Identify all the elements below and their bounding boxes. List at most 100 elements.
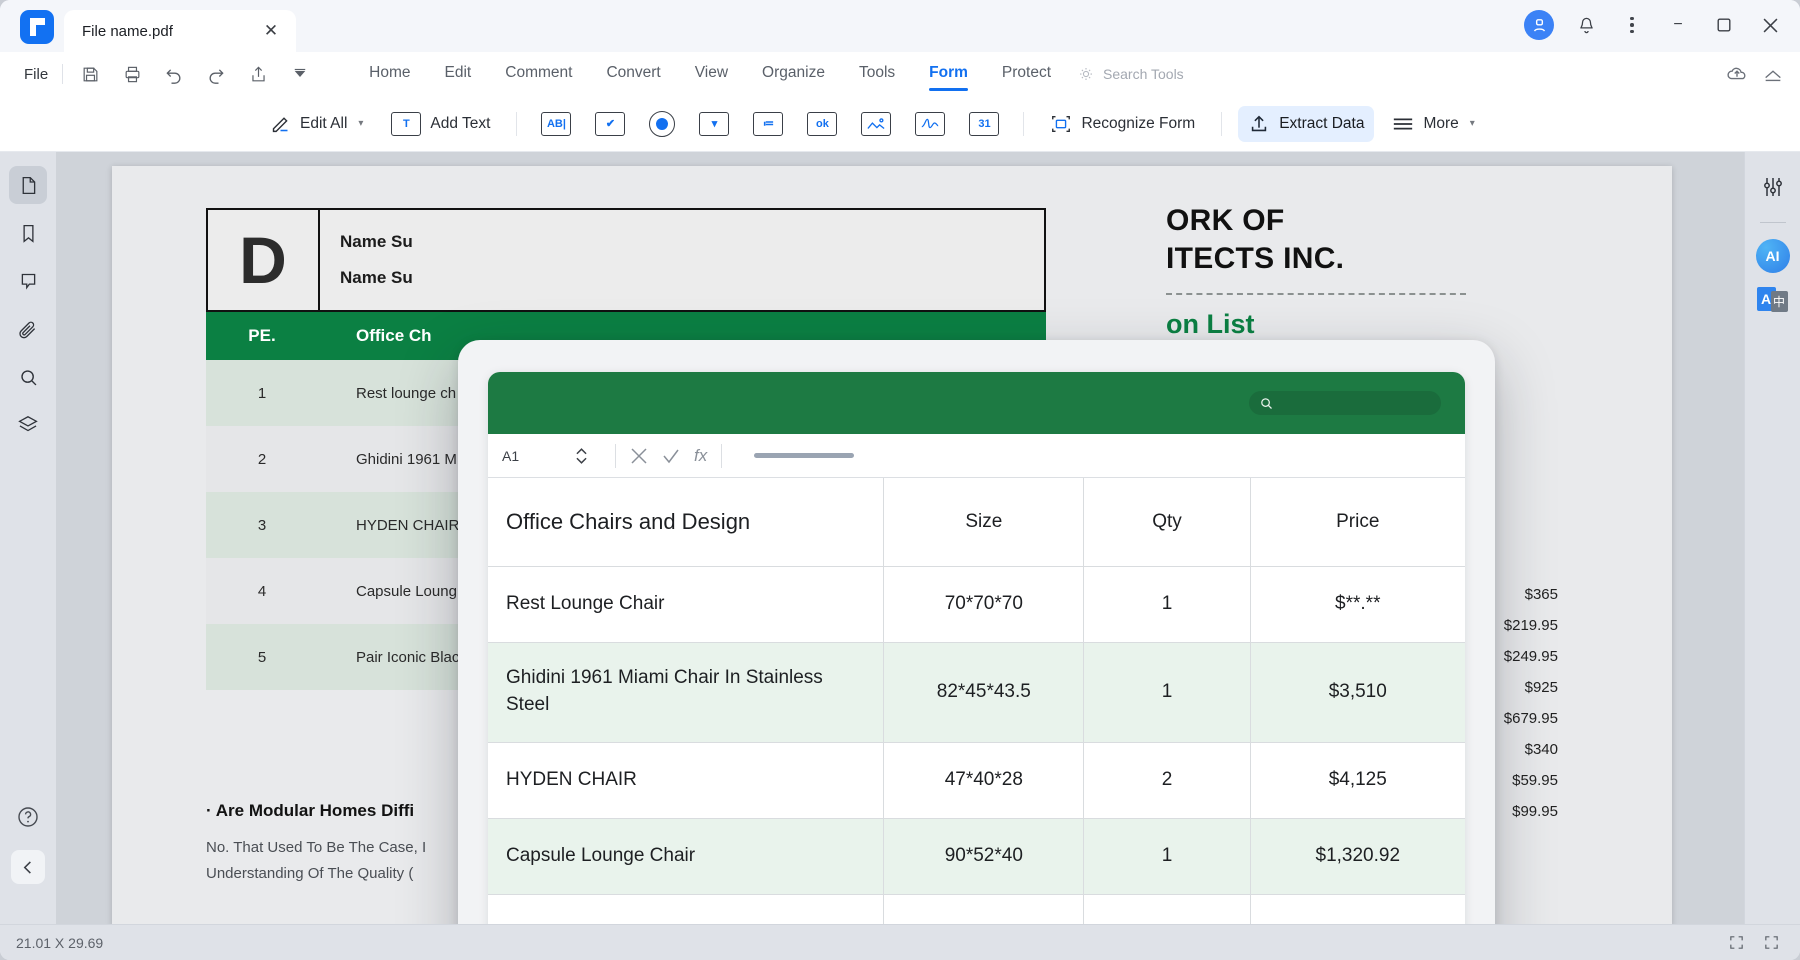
close-tab-icon[interactable]: ✕ xyxy=(260,20,282,42)
cell-price[interactable]: $4,125 xyxy=(1250,742,1465,818)
pdf-company-title-line-2: ITECTS INC. xyxy=(1166,240,1606,278)
cell-size[interactable]: 47*40*28 xyxy=(884,742,1084,818)
close-window-button[interactable] xyxy=(1750,6,1790,44)
tab-protect[interactable]: Protect xyxy=(1002,58,1051,91)
tab-comment[interactable]: Comment xyxy=(505,58,572,91)
sidebar-item-search[interactable] xyxy=(9,358,47,396)
confirm-icon[interactable] xyxy=(662,447,680,465)
sidebar-item-attachments[interactable] xyxy=(9,310,47,348)
ai-icon[interactable]: AI xyxy=(1756,239,1790,273)
cell-price[interactable]: $3,510 xyxy=(1250,642,1465,742)
column-header-name[interactable]: Office Chairs and Design xyxy=(488,478,884,566)
sidebar-item-layers[interactable] xyxy=(9,406,47,444)
cell-price[interactable]: $1,320.92 xyxy=(1250,818,1465,894)
function-icon[interactable]: fx xyxy=(694,446,707,466)
cell-qty[interactable]: 2 xyxy=(1084,742,1250,818)
table-row[interactable]: Ghidini 1961 Miami Chair In Stainless St… xyxy=(488,642,1465,742)
notifications-bell-icon[interactable] xyxy=(1566,6,1606,44)
tab-form[interactable]: Form xyxy=(929,58,968,91)
tab-tools[interactable]: Tools xyxy=(859,58,895,91)
checkbox-field-icon[interactable]: ✔ xyxy=(587,106,633,142)
cell-name-box[interactable]: A1 xyxy=(502,448,576,464)
add-text-button[interactable]: T Add Text xyxy=(381,105,500,143)
pdf-row-no: 2 xyxy=(206,451,318,468)
help-icon[interactable] xyxy=(9,798,47,836)
more-button[interactable]: More ▾ xyxy=(1382,108,1484,140)
table-row[interactable]: HYDEN CHAIR 47*40*28 2 $4,125 xyxy=(488,742,1465,818)
table-row[interactable]: Capsule Lounge Chair 90*52*40 1 $1,320.9… xyxy=(488,818,1465,894)
list-box-field-icon[interactable]: ≔ xyxy=(745,106,791,142)
cell-qty[interactable]: 1 xyxy=(1084,818,1250,894)
expand-icon[interactable] xyxy=(1763,934,1780,951)
collapse-left-icon[interactable] xyxy=(11,850,45,884)
text-field-icon[interactable]: AB| xyxy=(533,106,579,142)
pdf-name-line-2: Name Su xyxy=(340,268,1024,288)
cell-name[interactable]: Capsule Lounge Chair xyxy=(488,818,884,894)
column-header-size[interactable]: Size xyxy=(884,478,1084,566)
collapse-ribbon-icon[interactable] xyxy=(1762,63,1784,85)
cell-qty[interactable]: 1 xyxy=(1084,566,1250,642)
column-header-price[interactable]: Price xyxy=(1250,478,1465,566)
spreadsheet-search-input[interactable] xyxy=(1249,391,1441,415)
add-text-icon: T xyxy=(391,112,421,136)
image-field-icon[interactable] xyxy=(853,106,899,142)
cell-size[interactable]: 90*52*40 xyxy=(884,818,1084,894)
signature-field-icon[interactable] xyxy=(907,106,953,142)
cloud-upload-icon[interactable] xyxy=(1726,63,1748,85)
cell-size[interactable]: 82*45*43.5 xyxy=(884,642,1084,742)
save-icon[interactable] xyxy=(71,58,109,90)
cell-name[interactable]: HYDEN CHAIR xyxy=(488,742,884,818)
cancel-icon[interactable] xyxy=(630,447,648,465)
column-header-qty[interactable]: Qty xyxy=(1084,478,1250,566)
more-arrow-icon[interactable] xyxy=(281,58,319,90)
combo-box-field-icon[interactable]: ▾ xyxy=(691,106,737,142)
tab-view[interactable]: View xyxy=(695,58,728,91)
fit-page-icon[interactable] xyxy=(1728,934,1745,951)
table-row[interactable]: Rest Lounge Chair 70*70*70 1 $**.** xyxy=(488,566,1465,642)
more-options-icon[interactable] xyxy=(1612,6,1652,44)
chevron-down-icon[interactable]: ▾ xyxy=(1470,118,1475,129)
tab-home[interactable]: Home xyxy=(369,58,410,91)
sidebar-item-comments[interactable] xyxy=(9,262,47,300)
avatar[interactable] xyxy=(1524,10,1554,40)
cell-name[interactable]: Ghidini 1961 Miami Chair In Stainless St… xyxy=(488,642,884,742)
search-tools[interactable]: Search Tools xyxy=(1077,65,1184,83)
chevron-down-icon[interactable]: ▾ xyxy=(358,118,363,129)
push-button-field-icon[interactable]: ok xyxy=(799,106,845,142)
tab-organize[interactable]: Organize xyxy=(762,58,825,91)
sidebar-item-page-thumbnails[interactable] xyxy=(9,166,47,204)
tab-edit[interactable]: Edit xyxy=(445,58,472,91)
redo-icon[interactable] xyxy=(197,58,235,90)
edit-all-button[interactable]: Edit All ▾ xyxy=(260,106,373,141)
recognize-form-button[interactable]: Recognize Form xyxy=(1040,106,1205,142)
document-tab[interactable]: File name.pdf ✕ xyxy=(64,10,296,52)
pdf-name-line-1: Name Su xyxy=(340,232,1024,252)
radio-button-field-icon[interactable] xyxy=(641,105,683,143)
minimize-button[interactable]: − xyxy=(1658,6,1698,44)
date-field-icon[interactable]: 31 xyxy=(961,106,1007,142)
cell-price[interactable]: $**.** xyxy=(1250,566,1465,642)
cell-qty[interactable]: 1 xyxy=(1084,642,1250,742)
translate-icon[interactable]: A 中 xyxy=(1754,281,1792,319)
extract-data-button[interactable]: Extract Data xyxy=(1238,106,1374,142)
extracted-data-panel[interactable]: A1 fx xyxy=(458,340,1495,960)
file-menu[interactable]: File xyxy=(14,66,62,83)
formula-input[interactable] xyxy=(754,453,854,458)
maximize-button[interactable] xyxy=(1704,6,1744,44)
cell-name[interactable]: Rest Lounge Chair xyxy=(488,566,884,642)
cell-size[interactable]: 70*70*70 xyxy=(884,566,1084,642)
pdf-company-title: ORK OF ITECTS INC. xyxy=(1166,202,1606,277)
quick-access-toolbar xyxy=(71,58,319,90)
undo-icon[interactable] xyxy=(155,58,193,90)
share-icon[interactable] xyxy=(239,58,277,90)
sidebar-item-bookmarks[interactable] xyxy=(9,214,47,252)
document-canvas[interactable]: D Name Su Name Su PE. Office Ch 1 Rest l… xyxy=(56,152,1744,960)
table-header-row: Office Chairs and Design Size Qty Price xyxy=(488,478,1465,566)
tab-convert[interactable]: Convert xyxy=(606,58,660,91)
cell-name-stepper[interactable] xyxy=(576,448,587,464)
print-icon[interactable] xyxy=(113,58,151,90)
status-bar-actions xyxy=(1728,934,1780,951)
pdf-logo-letter: D xyxy=(208,210,320,310)
properties-sliders-icon[interactable] xyxy=(1754,168,1792,206)
form-ribbon: Edit All ▾ T Add Text AB| ✔ ▾ ≔ ok 31 xyxy=(0,96,1800,152)
